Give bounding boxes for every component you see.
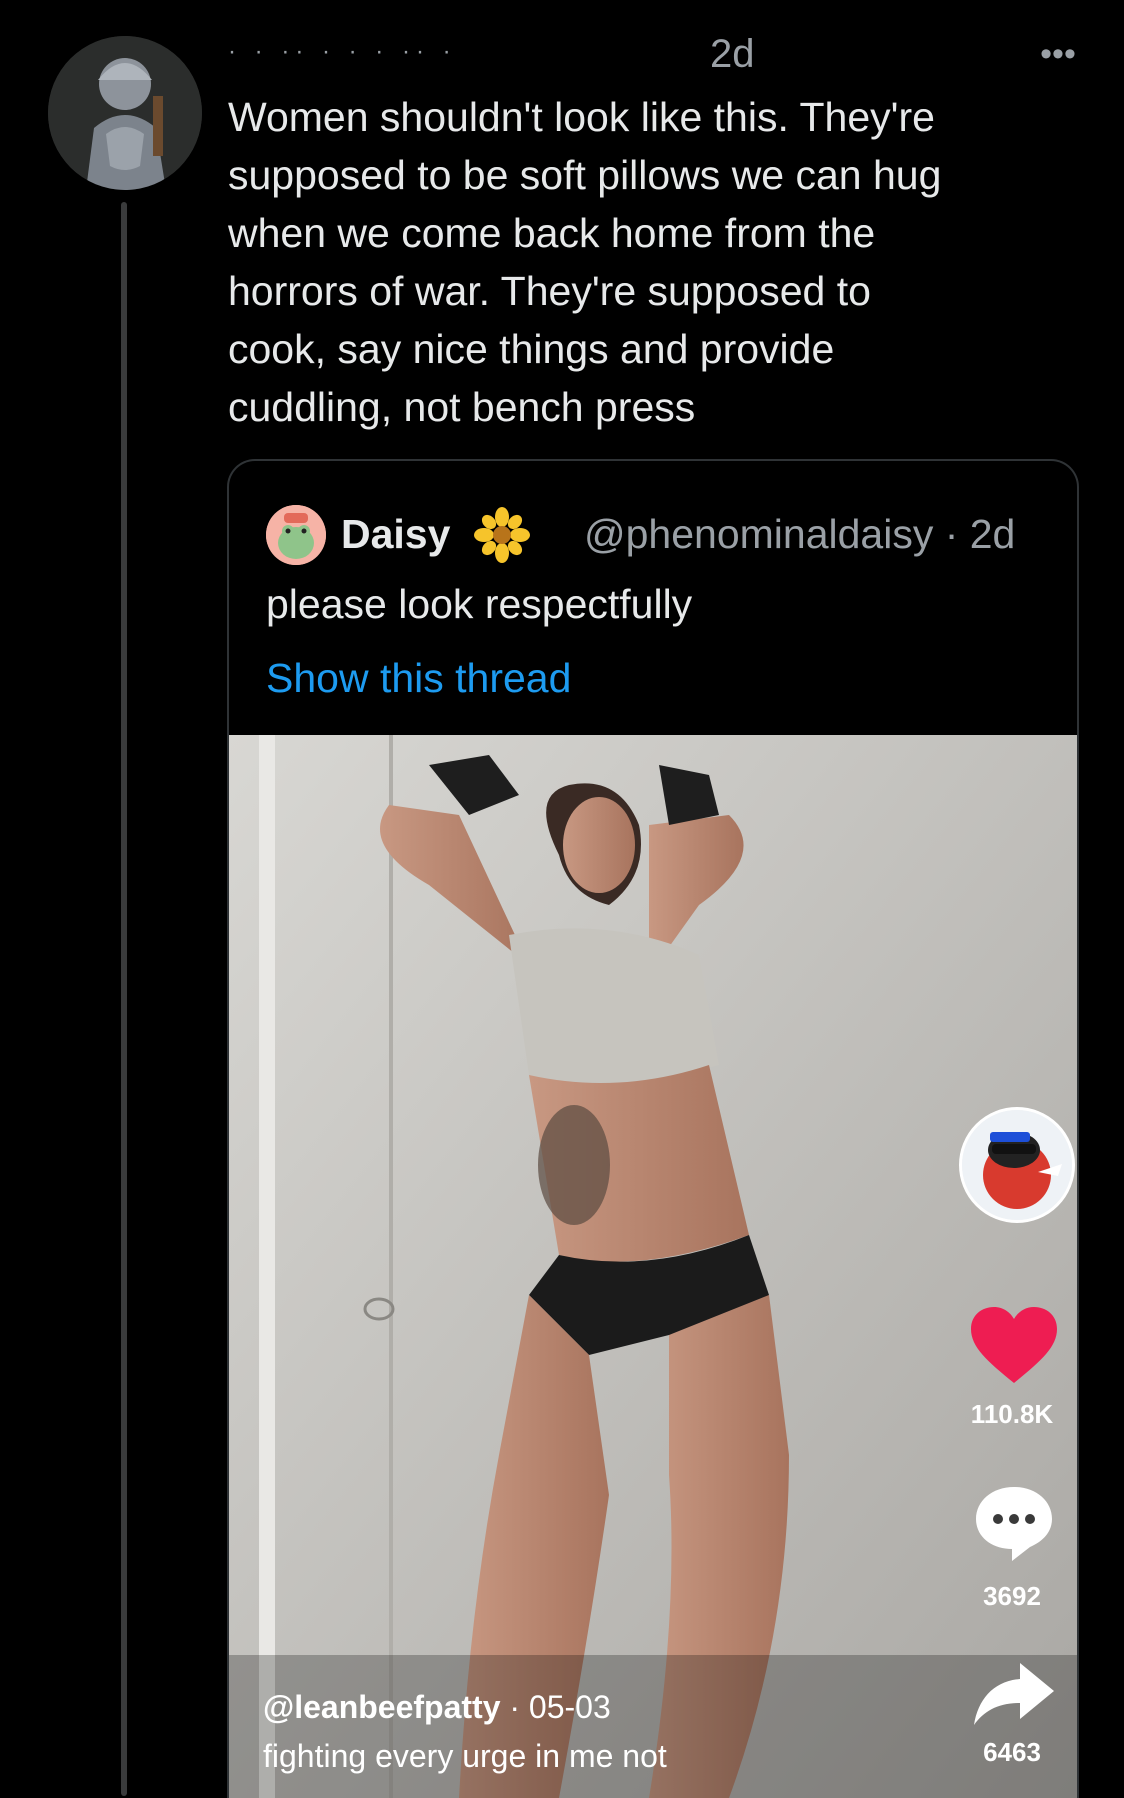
quoted-tweet-text: please look respectfully (266, 581, 693, 627)
comment-count: 3692 (983, 1581, 1041, 1611)
video-side-actions: 110.8K 3692 6463 (947, 735, 1077, 1798)
video-media[interactable]: 110.8K 3692 6463 @leanbeefpatty · 05-03 … (229, 735, 1077, 1798)
video-username-line: @leanbeefpatty · 05-03 (263, 1689, 923, 1726)
video-username[interactable]: @leanbeefpatty (263, 1689, 500, 1725)
tweet-text: Women shouldn't look like this. They're … (228, 94, 942, 430)
show-thread-link[interactable]: Show this thread (266, 655, 571, 702)
quoted-handle-time[interactable]: @phenominaldaisy · 2d (584, 511, 1015, 558)
comment-icon[interactable] (972, 1483, 1056, 1563)
quoted-author-avatar (266, 505, 326, 565)
sunflower-icon (474, 507, 530, 563)
video-caption: @leanbeefpatty · 05-03 fighting every ur… (263, 1689, 923, 1775)
share-count: 6463 (983, 1737, 1041, 1767)
more-horizontal-icon[interactable]: ••• (1028, 34, 1088, 74)
video-date: · 05-03 (509, 1689, 611, 1725)
quoted-author-name: Daisy (341, 511, 451, 557)
author-name-redacted[interactable]: · · ·· · · · ·· · (228, 38, 698, 72)
author-avatar[interactable] (48, 36, 202, 190)
like-count: 110.8K (970, 1399, 1054, 1429)
heart-icon[interactable] (969, 1305, 1059, 1385)
video-description: fighting every urge in me not (263, 1738, 667, 1774)
tweet-time[interactable]: 2d (710, 32, 755, 77)
quoted-tweet-header: Daisy @phenominaldaisy · 2d (266, 505, 1056, 565)
creator-avatar[interactable] (959, 1107, 1075, 1223)
tweet-header: · · ·· · · · ·· · 2d ••• (228, 30, 1088, 80)
thread-line (121, 202, 127, 1796)
share-icon[interactable] (972, 1659, 1056, 1729)
quoted-tweet[interactable]: Daisy @phenominaldaisy · 2d please look … (227, 459, 1079, 1798)
